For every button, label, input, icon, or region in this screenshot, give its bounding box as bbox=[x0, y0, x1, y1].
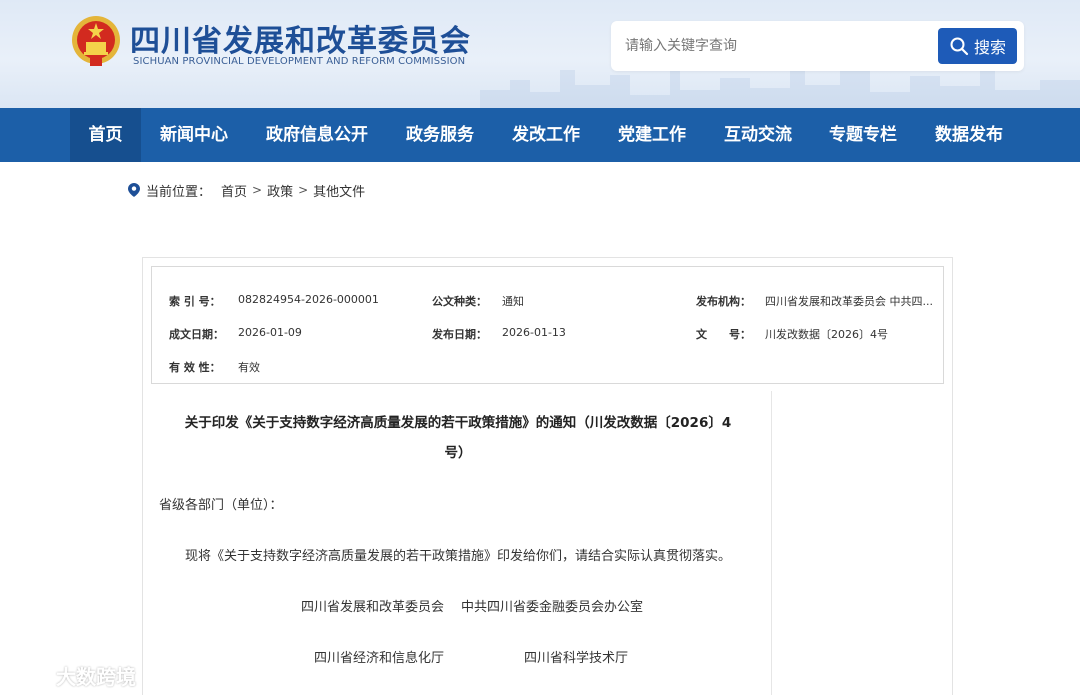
index-label: 索 引 号： bbox=[169, 295, 221, 308]
signatory-science-tech: 四川省科学技术厅 bbox=[524, 651, 629, 666]
signatory-finance-committee: 中共四川省委金融委员会办公室 bbox=[461, 600, 644, 615]
document-title-line2: 号） bbox=[444, 445, 472, 461]
signatory-economy-it: 四川省经济和信息化厅 bbox=[314, 651, 445, 666]
nav-item-home[interactable]: 首页 bbox=[70, 108, 141, 162]
nav-item-interaction[interactable]: 互动交流 bbox=[714, 108, 802, 162]
nav-item-gov-info[interactable]: 政府信息公开 bbox=[255, 108, 379, 162]
nav-item-gov-services[interactable]: 政务服务 bbox=[396, 108, 484, 162]
breadcrumb-policy[interactable]: 政策 bbox=[267, 181, 293, 200]
site-subtitle: SICHUAN PROVINCIAL DEVELOPMENT AND REFOR… bbox=[133, 56, 466, 67]
search-icon bbox=[950, 37, 969, 56]
nav-item-news[interactable]: 新闻中心 bbox=[150, 108, 238, 162]
validity-value: 有效 bbox=[238, 361, 260, 374]
location-pin-icon bbox=[128, 183, 140, 197]
addressee: 省级各部门（单位）： bbox=[159, 498, 283, 513]
column-divider bbox=[771, 391, 772, 695]
site-header: 四川省发展和改革委员会 SICHUAN PROVINCIAL DEVELOPME… bbox=[0, 0, 1080, 108]
nav-item-special-topics[interactable]: 专题专栏 bbox=[819, 108, 907, 162]
search-button-label: 搜索 bbox=[973, 38, 1006, 57]
document-title: 关于印发《关于支持数字经济高质量发展的若干政策措施》的通知（川发改数据〔2026… bbox=[163, 408, 753, 468]
doc-number-value: 川发改数据〔2026〕4号 bbox=[765, 328, 888, 341]
breadcrumb: 当前位置： 首页 > 政策 > 其他文件 bbox=[128, 180, 365, 200]
breadcrumb-home[interactable]: 首页 bbox=[221, 181, 247, 200]
article-container: 索 引 号： 082824954-2026-000001 公文种类： 通知 发布… bbox=[142, 257, 953, 695]
created-date-label: 成文日期： bbox=[169, 328, 224, 341]
main-nav: 首页 新闻中心 政府信息公开 政务服务 发改工作 党建工作 互动交流 专题专栏 … bbox=[0, 108, 1080, 162]
search-box: 搜索 bbox=[611, 21, 1024, 71]
published-date-value: 2026-01-13 bbox=[502, 326, 566, 339]
site-title[interactable]: 四川省发展和改革委员会 bbox=[130, 16, 471, 60]
breadcrumb-other-docs[interactable]: 其他文件 bbox=[313, 181, 365, 200]
nav-item-reform-work[interactable]: 发改工作 bbox=[502, 108, 590, 162]
document-metadata-table: 索 引 号： 082824954-2026-000001 公文种类： 通知 发布… bbox=[151, 266, 944, 384]
nav-item-party-building[interactable]: 党建工作 bbox=[608, 108, 696, 162]
index-value: 082824954-2026-000001 bbox=[238, 293, 379, 306]
watermark-text: 大数跨境 bbox=[56, 664, 136, 689]
issuer-label: 发布机构： bbox=[696, 295, 751, 308]
breadcrumb-separator: > bbox=[252, 183, 263, 197]
nav-item-data-release[interactable]: 数据发布 bbox=[925, 108, 1013, 162]
created-date-value: 2026-01-09 bbox=[238, 326, 302, 339]
breadcrumb-prefix: 当前位置： bbox=[146, 184, 212, 200]
breadcrumb-separator: > bbox=[298, 183, 309, 197]
signatory-ndrc: 四川省发展和改革委员会 bbox=[301, 600, 445, 615]
validity-label: 有 效 性： bbox=[169, 361, 221, 374]
body-paragraph: 现将《关于支持数字经济高质量发展的若干政策措施》印发给你们，请结合实际认真贯彻落… bbox=[185, 549, 732, 564]
watermark-logo-icon bbox=[10, 665, 45, 688]
search-button[interactable]: 搜索 bbox=[938, 28, 1017, 64]
search-input[interactable] bbox=[625, 33, 925, 59]
published-date-label: 发布日期： bbox=[432, 328, 487, 341]
document-title-line1: 关于印发《关于支持数字经济高质量发展的若干政策措施》的通知（川发改数据〔2026… bbox=[184, 415, 732, 431]
doc-number-label: 文 号： bbox=[696, 328, 751, 341]
watermark: 大数跨境 bbox=[8, 660, 136, 690]
national-emblem-logo bbox=[72, 16, 120, 66]
doc-type-label: 公文种类： bbox=[432, 295, 487, 308]
issuer-value: 四川省发展和改革委员会 中共四... bbox=[765, 295, 933, 308]
doc-type-value: 通知 bbox=[502, 295, 524, 308]
